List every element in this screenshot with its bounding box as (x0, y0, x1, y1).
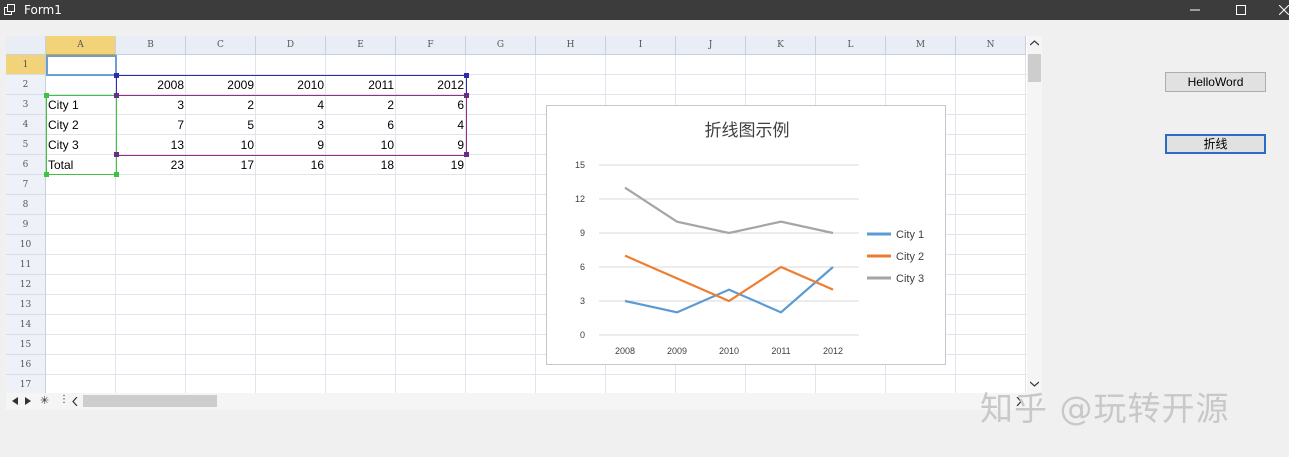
legend-label-1: City 1 (896, 229, 924, 241)
range-header-years (116, 75, 467, 96)
chart-title: 折线图示例 (705, 121, 790, 141)
helloword-button[interactable]: HelloWord (1165, 72, 1266, 92)
row-header-9[interactable]: 9 (6, 215, 46, 235)
y-tick-label: 6 (580, 262, 585, 272)
active-cell-a1 (46, 55, 117, 76)
row-header-4[interactable]: 4 (6, 115, 46, 135)
window-title: Form1 (24, 3, 62, 17)
row-header-15[interactable]: 15 (6, 335, 46, 355)
close-button[interactable] (1264, 0, 1289, 20)
y-tick-label: 12 (575, 194, 585, 204)
sheet-prev-icon[interactable] (12, 397, 18, 405)
range-handle[interactable] (114, 73, 119, 78)
scroll-up-icon[interactable] (1030, 40, 1039, 46)
row-header-2[interactable]: 2 (6, 75, 46, 95)
column-header-b[interactable]: B (116, 36, 186, 55)
line-chart-button[interactable]: 折线 (1165, 134, 1266, 154)
value-cell[interactable]: 16 (256, 155, 326, 175)
row-header-14[interactable]: 14 (6, 315, 46, 335)
column-header-a[interactable]: A (46, 36, 116, 55)
row-header-12[interactable]: 12 (6, 275, 46, 295)
tab-splitter-icon[interactable]: ⋮ (59, 394, 69, 405)
row-header-17[interactable]: 17 (6, 375, 46, 395)
range-handle[interactable] (464, 73, 469, 78)
select-all-corner[interactable] (6, 36, 46, 55)
vertical-scroll-thumb[interactable] (1028, 54, 1041, 82)
range-handle[interactable] (114, 172, 119, 177)
legend-label-3: City 3 (896, 273, 924, 285)
horizontal-scroll-thumb[interactable] (83, 395, 217, 407)
window-icon (4, 4, 15, 15)
column-header-l[interactable]: L (816, 36, 886, 55)
range-handle[interactable] (114, 152, 119, 157)
range-labels (46, 95, 117, 175)
range-handle[interactable] (464, 152, 469, 157)
column-header-i[interactable]: I (606, 36, 676, 55)
series-line-3 (624, 186, 834, 235)
vertical-scrollbar[interactable] (1027, 36, 1042, 393)
column-header-j[interactable]: J (676, 36, 746, 55)
series-line-1 (624, 266, 834, 314)
maximize-button[interactable] (1221, 0, 1261, 20)
column-header-c[interactable]: C (186, 36, 256, 55)
x-tick-label: 2008 (615, 346, 635, 356)
range-handle[interactable] (44, 93, 49, 98)
legend-label-2: City 2 (896, 251, 924, 263)
value-cell[interactable]: 18 (326, 155, 396, 175)
column-header-e[interactable]: E (326, 36, 396, 55)
range-handle[interactable] (44, 172, 49, 177)
column-header-k[interactable]: K (746, 36, 816, 55)
range-handle[interactable] (114, 93, 119, 98)
x-tick-label: 2009 (667, 346, 687, 356)
maximize-icon (1236, 5, 1246, 15)
minimize-icon (1190, 9, 1200, 11)
value-cell[interactable]: 19 (396, 155, 466, 175)
column-header-h[interactable]: H (536, 36, 606, 55)
row-header-11[interactable]: 11 (6, 255, 46, 275)
row-header-1[interactable]: 1 (6, 55, 46, 75)
line-chart[interactable]: 折线图示例 0 3 6 9 12 15 2008 2009 2010 2011 2012 City 1 C… (546, 105, 946, 365)
range-values (116, 95, 467, 156)
row-header-7[interactable]: 7 (6, 175, 46, 195)
value-cell[interactable]: 23 (116, 155, 186, 175)
new-sheet-icon[interactable]: ✳ (40, 394, 49, 407)
range-handle[interactable] (464, 93, 469, 98)
row-header-5[interactable]: 5 (6, 135, 46, 155)
column-header-n[interactable]: N (956, 36, 1026, 55)
column-header-m[interactable]: M (886, 36, 956, 55)
column-header-f[interactable]: F (396, 36, 466, 55)
x-tick-label: 2011 (771, 346, 790, 356)
y-tick-label: 9 (580, 228, 585, 238)
row-header-6[interactable]: 6 (6, 155, 46, 175)
close-icon (1279, 5, 1289, 15)
y-tick-label: 3 (580, 296, 585, 306)
column-header-g[interactable]: G (466, 36, 536, 55)
row-header-8[interactable]: 8 (6, 195, 46, 215)
row-header-13[interactable]: 13 (6, 295, 46, 315)
watermark: 知乎 @玩转开源 (980, 389, 1230, 428)
title-bar: Form1 (0, 0, 1289, 20)
x-tick-label: 2010 (719, 346, 739, 356)
row-header-16[interactable]: 16 (6, 355, 46, 375)
chart-canvas: 折线图示例 0 3 6 9 12 15 2008 2009 2010 2011 2012 City 1 C… (575, 121, 924, 356)
sheet-next-icon[interactable] (25, 397, 31, 405)
x-tick-label: 2012 (823, 346, 843, 356)
row-header-10[interactable]: 10 (6, 235, 46, 255)
value-cell[interactable]: 17 (186, 155, 256, 175)
column-header-d[interactable]: D (256, 36, 326, 55)
y-tick-label: 15 (575, 160, 585, 170)
sheet-tab-bar: ✳ ⋮ (6, 393, 1042, 410)
y-tick-label: 0 (580, 330, 585, 340)
scroll-left-icon[interactable] (72, 397, 78, 406)
minimize-button[interactable] (1175, 0, 1215, 20)
row-header-3[interactable]: 3 (6, 95, 46, 115)
